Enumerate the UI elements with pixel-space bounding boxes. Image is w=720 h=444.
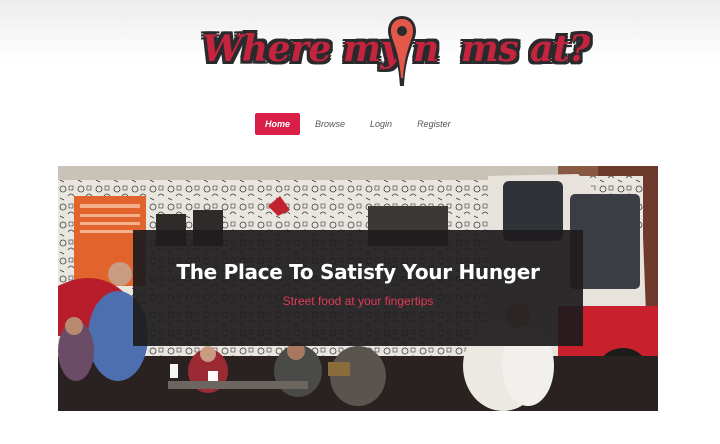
nav-register-link[interactable]: Register bbox=[407, 113, 461, 135]
nav-home-link[interactable]: Home bbox=[255, 113, 301, 135]
hero-overlay: The Place To Satisfy Your Hunger Street … bbox=[133, 230, 583, 346]
nav-browse-link[interactable]: Browse bbox=[305, 113, 355, 135]
hero-banner: The Place To Satisfy Your Hunger Street … bbox=[58, 166, 658, 411]
site-logo[interactable]: Where my n ms at? bbox=[202, 14, 590, 90]
hero-title: The Place To Satisfy Your Hunger bbox=[176, 260, 540, 284]
nav-login-link[interactable]: Login bbox=[360, 113, 402, 135]
hero-subtitle: Street food at your fingertips bbox=[282, 294, 434, 308]
main-nav: Home Browse Login Register bbox=[255, 113, 466, 135]
logo-text-part-2: ms at? bbox=[460, 28, 590, 70]
map-pin-icon bbox=[388, 16, 416, 86]
